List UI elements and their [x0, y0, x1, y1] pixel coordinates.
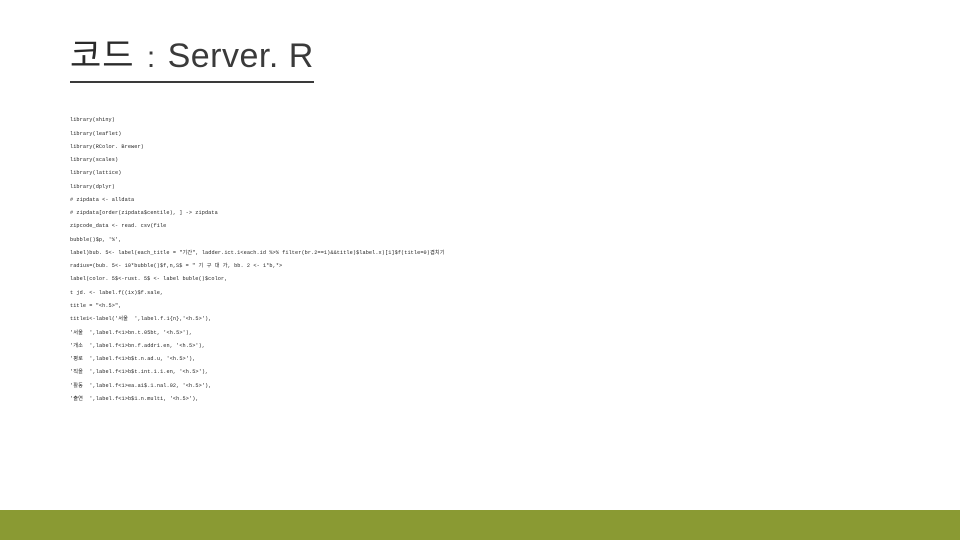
title-english: Server. R — [168, 37, 314, 75]
code-line: library(dplyr) — [70, 184, 115, 190]
code-line: '출연 ',label.f<1>b$1.n.multi, '<h.5>'), — [70, 396, 199, 402]
code-line: '직을 ',label.f<1>b$t.int.1.1.en, '<h.5>')… — [70, 369, 208, 375]
footer-accent-bar — [0, 510, 960, 540]
code-line: title1<-label('서울 ',label.f.1{n},'<h.5>'… — [70, 316, 211, 322]
code-line: title = "<h.5>", — [70, 303, 121, 309]
slide-container: 코드 : Server. R library(shiny) library(le… — [0, 0, 960, 540]
code-line: t jd. <- label.f((ix)$f.sale, — [70, 290, 163, 296]
code-line: library(scales) — [70, 157, 118, 163]
code-line: '개소 ',label.f<1>bn.f.addr1.en, '<h.5>'), — [70, 343, 205, 349]
code-line: bubble()$p, '%', — [70, 237, 121, 243]
code-line: label(color. 5$<-rust. 5$ <- label buble… — [70, 276, 227, 282]
code-line: library(lattice) — [70, 170, 121, 176]
title-underline-wrap: 코드 : Server. R — [70, 28, 314, 83]
code-line: library(leaflet) — [70, 131, 121, 137]
code-line: label)bub. 5<- label(each_title = "기간", … — [70, 250, 445, 256]
code-line: '서울 ',label.f<1>bn.t.05bt, '<h.5>'), — [70, 330, 192, 336]
code-line: # zipdata <- alldata — [70, 197, 134, 203]
code-line: zipcode_data <- read. csv(file — [70, 223, 166, 229]
code-line: radius=(bub. 5<- 10*bubble()$f,n,S$ = " … — [70, 263, 282, 269]
code-listing: library(shiny) library(leaflet) library(… — [70, 101, 890, 419]
title-korean: 코드 — [70, 37, 135, 75]
code-line: library(shiny) — [70, 117, 115, 123]
code-line: # zipdata[order(zipdata$centile), ] -> z… — [70, 210, 218, 216]
title-separator: : — [139, 41, 164, 74]
code-line: '평로 ',label.f<1>b$t.n.ad.u, '<h.5>'), — [70, 356, 195, 362]
code-line: '활동 ',label.f<1>ea.a1$.1.nal.02, '<h.5>'… — [70, 383, 211, 389]
code-line: library(RColor. Brewer) — [70, 144, 144, 150]
